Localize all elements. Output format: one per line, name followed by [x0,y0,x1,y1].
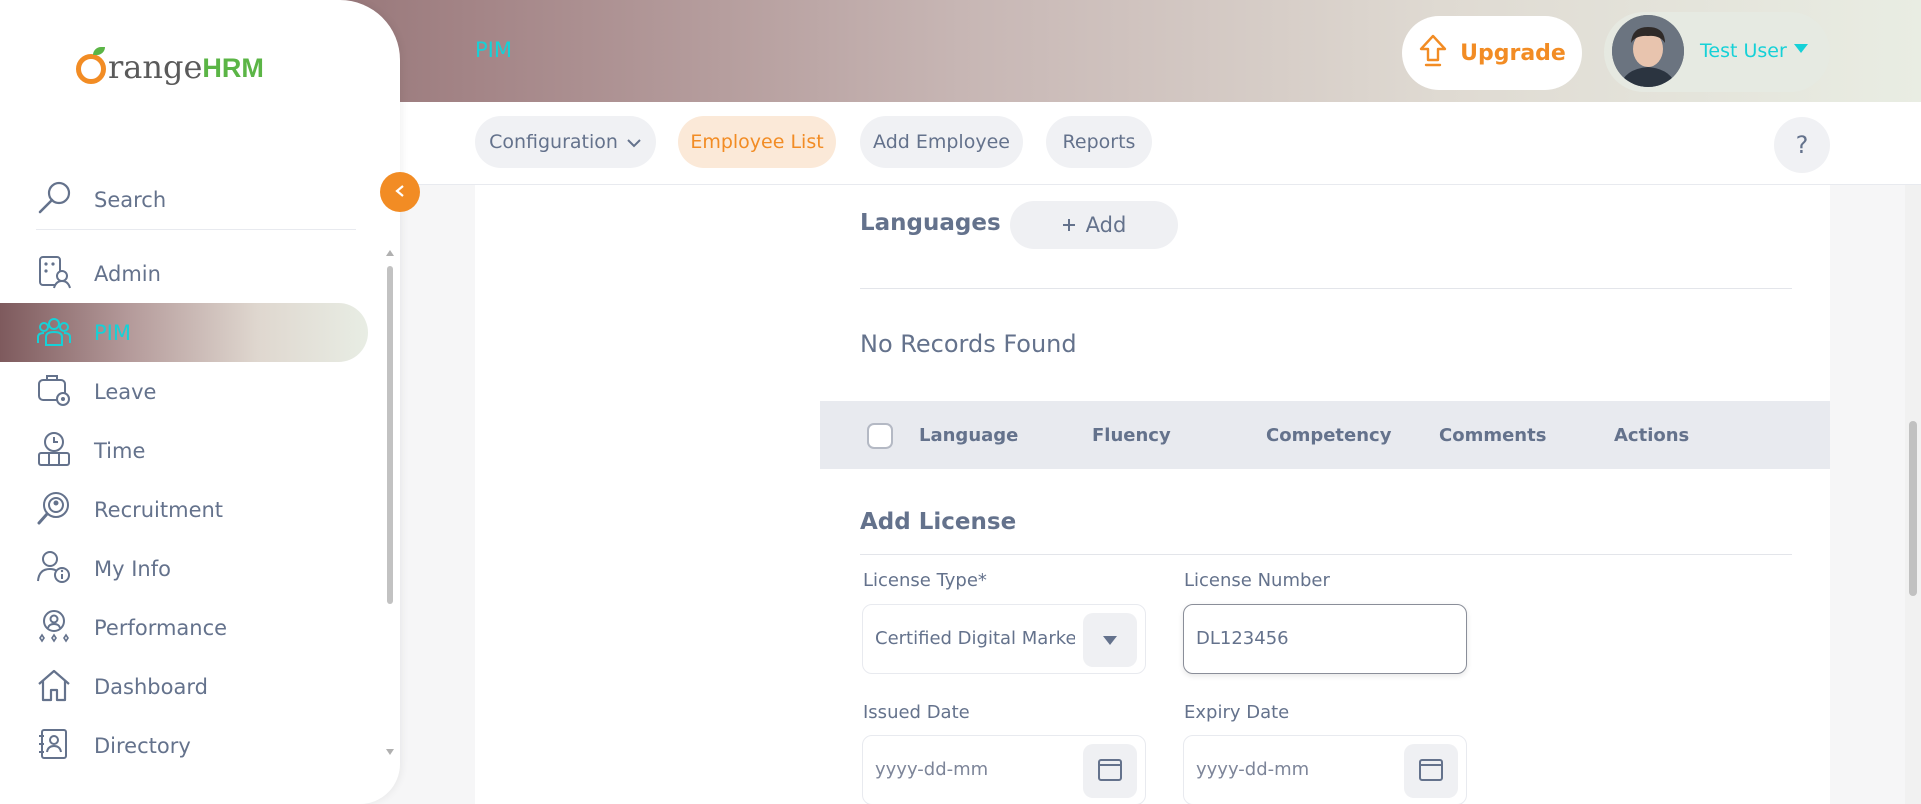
sidebar-menu: Admin PIM Leave Time Recruitment My Info… [0,244,380,775]
sidebar-item-directory[interactable]: Directory [0,716,380,775]
logo-text: range [108,48,203,86]
chevron-down-icon [626,131,642,153]
sidebar-item-label: Time [94,438,146,463]
sidebar-item-label: Admin [94,261,161,286]
scroll-down-icon[interactable] [386,749,394,755]
upgrade-button[interactable]: Upgrade [1402,16,1582,90]
page-scroll-thumb[interactable] [1909,421,1917,596]
divider [860,288,1792,289]
tab-add-employee-label: Add Employee [873,131,1010,153]
calendar-icon [1418,756,1444,786]
avatar [1612,15,1684,87]
column-language: Language [919,425,1019,446]
sidebar-collapse-button[interactable] [380,172,420,212]
column-competency: Competency [1266,425,1392,446]
search-icon [36,179,74,221]
page-scrollbar[interactable] [1905,185,1921,804]
performance-icon [36,608,72,648]
sidebar-item-label: My Info [94,556,171,581]
license-type-label: License Type* [863,570,987,591]
column-comments: Comments [1439,425,1547,446]
sidebar-item-performance[interactable]: Performance [0,598,380,657]
chevron-left-icon [394,183,406,202]
select-all-checkbox[interactable] [867,423,893,449]
license-type-value: Certified Digital Marke... [875,628,1075,649]
plus-icon [1062,213,1076,237]
caret-down-icon [1794,44,1808,53]
sidebar-item-my-info[interactable]: My Info [0,539,380,598]
sidebar-item-label: Recruitment [94,497,224,522]
pim-icon [36,313,72,353]
sidebar-item-label: Dashboard [94,674,208,699]
expiry-date-placeholder: yyyy-dd-mm [1196,759,1310,780]
languages-title: Languages [860,210,1001,236]
license-number-input[interactable]: DL123456 [1183,604,1467,674]
time-icon [36,431,72,471]
issued-date-calendar-button[interactable] [1083,744,1137,798]
leave-icon [36,372,72,412]
divider [860,554,1792,555]
module-title: PIM [475,38,512,62]
help-button[interactable]: ? [1774,117,1830,173]
sidebar-search[interactable]: Search [36,170,356,230]
tab-reports-label: Reports [1062,131,1136,153]
details-card: Languages Add No Records Found Language … [820,185,1830,804]
tab-reports[interactable]: Reports [1046,116,1152,168]
expiry-date-input[interactable]: yyyy-dd-mm [1183,735,1467,804]
sidebar-item-label: Leave [94,379,157,404]
issued-date-input[interactable]: yyyy-dd-mm [862,735,1146,804]
sidebar-item-recruitment[interactable]: Recruitment [0,480,380,539]
help-icon: ? [1795,131,1809,159]
sidebar-item-label: PIM [94,320,131,345]
license-type-dropdown-button[interactable] [1083,613,1137,667]
expiry-date-label: Expiry Date [1184,702,1290,723]
tab-configuration[interactable]: Configuration [475,116,656,168]
issued-date-label: Issued Date [863,702,970,723]
sidebar-item-time[interactable]: Time [0,421,380,480]
expiry-date-calendar-button[interactable] [1404,744,1458,798]
license-number-value: DL123456 [1196,628,1289,649]
employee-side-panel [475,185,820,804]
sidebar-item-label: Performance [94,615,228,640]
admin-icon [36,254,72,294]
scroll-up-icon[interactable] [386,250,394,256]
license-number-label: License Number [1184,570,1330,591]
no-records-text: No Records Found [860,330,1077,358]
add-language-button[interactable]: Add [1010,201,1178,249]
tab-add-employee[interactable]: Add Employee [860,116,1023,168]
caret-down-icon [1103,635,1117,645]
directory-icon [36,726,72,766]
column-fluency: Fluency [1092,425,1171,446]
myinfo-icon [36,549,72,589]
orangehrm-logo: range HRM [76,47,264,86]
sidebar-item-leave[interactable]: Leave [0,362,380,421]
recruitment-icon [36,490,72,530]
issued-date-placeholder: yyyy-dd-mm [875,759,989,780]
sidebar-item-dashboard[interactable]: Dashboard [0,657,380,716]
languages-table-header: Language Fluency Competency Comments Act… [820,401,1830,469]
logo-hrm-text: HRM [202,53,264,83]
sidebar-item-admin[interactable]: Admin [0,244,380,303]
calendar-icon [1097,756,1123,786]
dashboard-icon [36,667,72,707]
add-license-title: Add License [860,509,1017,535]
sidebar-scroll-thumb[interactable] [387,266,393,604]
sidebar: range HRM Search Admin PIM Leave Time Re… [0,0,400,804]
sidebar-search-label: Search [94,187,167,212]
user-name: Test User [1700,40,1787,62]
upgrade-arrow-icon [1418,34,1448,72]
sidebar-item-pim[interactable]: PIM [0,303,368,362]
tab-employee-list-label: Employee List [690,131,824,153]
sidebar-scrollbar[interactable] [386,250,394,755]
sidebar-item-label: Directory [94,733,191,758]
tab-configuration-label: Configuration [489,131,618,153]
column-actions: Actions [1614,425,1690,446]
license-type-select[interactable]: Certified Digital Marke... [862,604,1146,674]
tab-employee-list[interactable]: Employee List [678,116,836,168]
user-dropdown[interactable]: Test User [1604,12,1830,92]
add-language-label: Add [1085,213,1127,237]
upgrade-label: Upgrade [1460,40,1566,66]
